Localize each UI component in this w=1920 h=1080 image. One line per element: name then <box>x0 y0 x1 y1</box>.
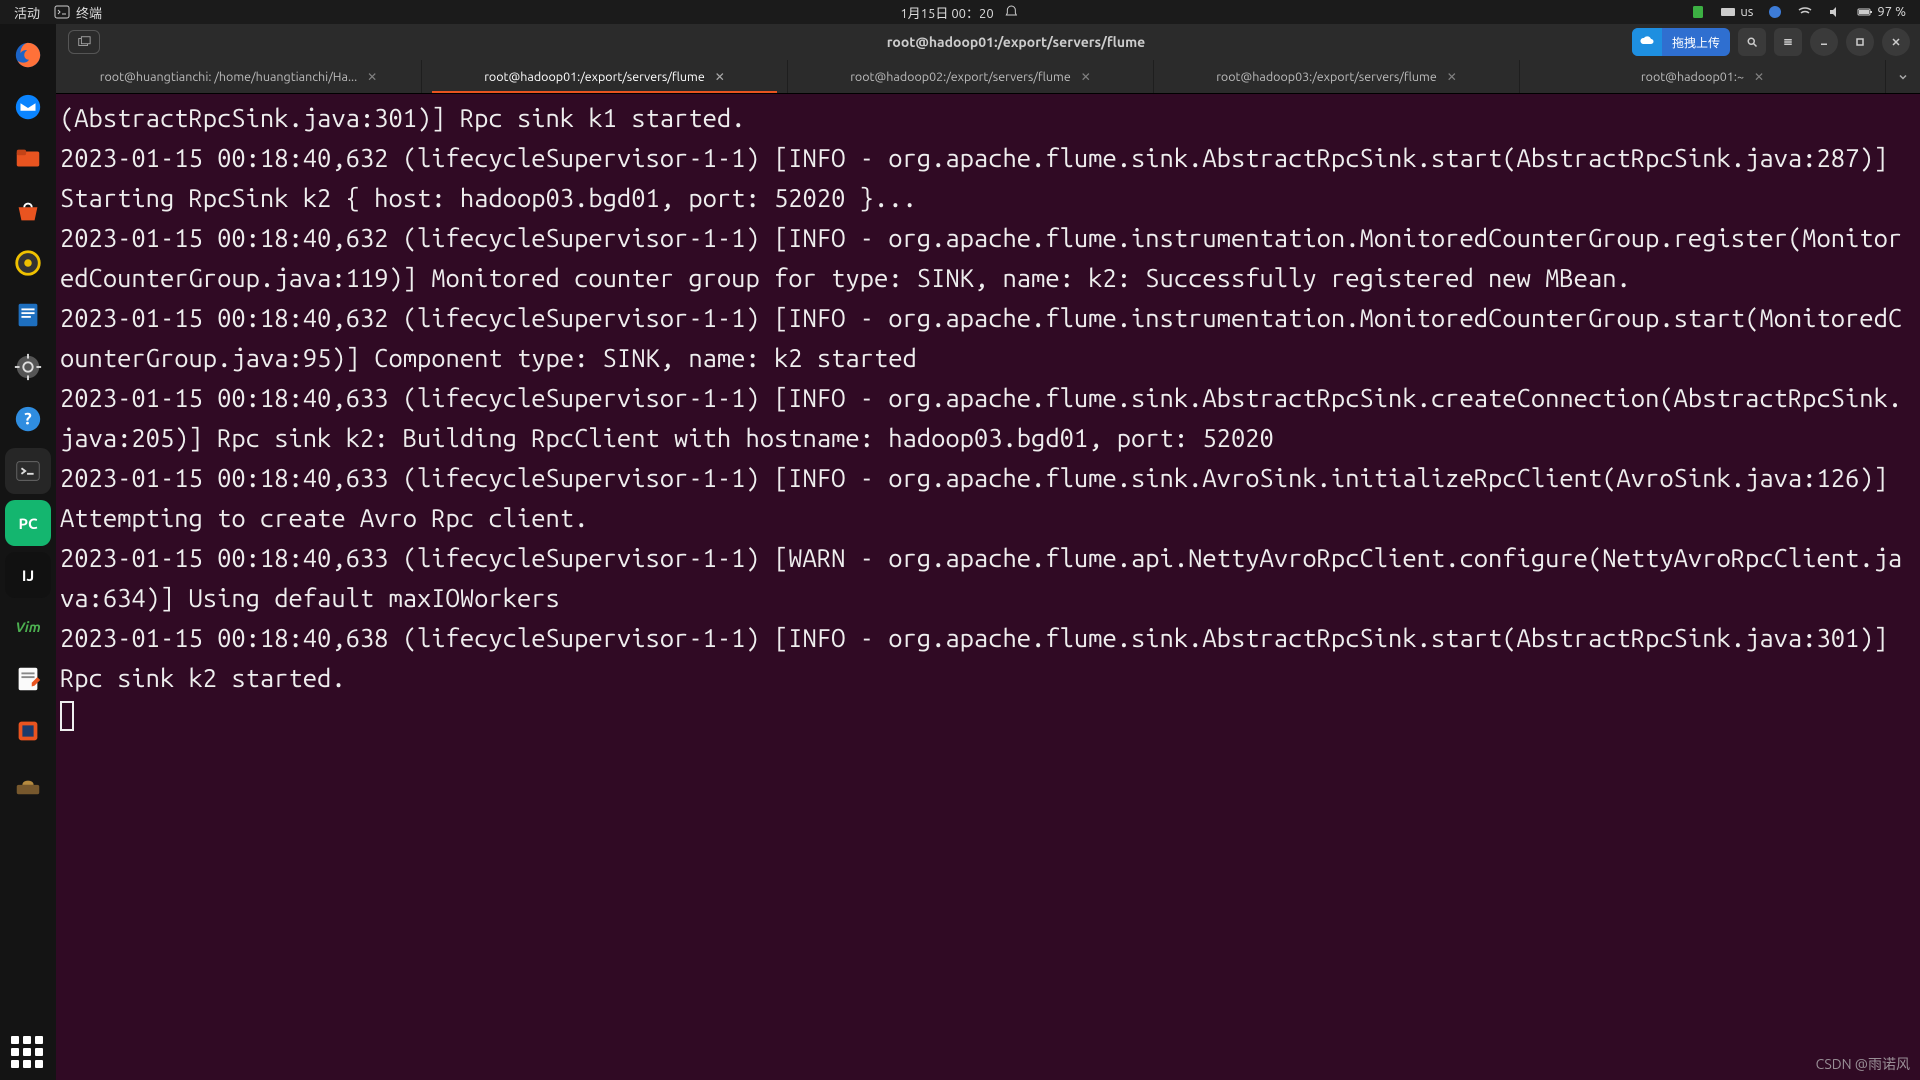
focused-app-label: 终端 <box>76 3 102 22</box>
dock-app-help[interactable]: ? <box>5 396 51 442</box>
watermark: CSDN @雨诺风 <box>1816 1054 1910 1074</box>
tab-close-0[interactable]: ✕ <box>367 70 377 84</box>
dock-app-software[interactable] <box>5 188 51 234</box>
tab-3[interactable]: root@hadoop03:/export/servers/flume✕ <box>1154 60 1520 93</box>
cloud-upload-icon <box>1632 28 1662 56</box>
tab-4[interactable]: root@hadoop01:~✕ <box>1520 60 1886 93</box>
input-method-indicator[interactable]: us <box>1720 4 1753 20</box>
hamburger-icon <box>1782 36 1794 48</box>
dock-app-terminal[interactable] <box>5 448 51 494</box>
window-titlebar: root@hadoop01:/export/servers/flume 拖拽上传 <box>56 24 1920 60</box>
maximize-button[interactable] <box>1846 28 1874 56</box>
new-tab-icon <box>77 35 91 49</box>
terminal-cursor <box>60 701 74 731</box>
focused-app-indicator[interactable]: 终端 <box>54 3 102 22</box>
tab-0[interactable]: root@huangtianchi: /home/huangtianchi/Ha… <box>56 60 422 93</box>
clock[interactable]: 1月15日 00：20 <box>900 3 993 22</box>
close-icon <box>1890 36 1902 48</box>
dock-app-intellij[interactable]: IJ <box>5 552 51 598</box>
search-icon <box>1746 36 1758 48</box>
battery-indicator[interactable]: 97 % <box>1857 4 1906 20</box>
search-button[interactable] <box>1738 28 1766 56</box>
new-tab-button[interactable] <box>68 30 100 54</box>
dock-app-pycharm[interactable]: PC <box>5 500 51 546</box>
dock: ? PC IJ Vim <box>0 24 56 1080</box>
system-top-bar: 活动 终端 1月15日 00：20 us 97 % <box>0 0 1920 24</box>
dock-app-vim[interactable]: Vim <box>5 604 51 650</box>
tab-close-4[interactable]: ✕ <box>1754 70 1764 84</box>
terminal-output[interactable]: (AbstractRpcSink.java:301)] Rpc sink k1 … <box>56 94 1920 1080</box>
upload-pill[interactable]: 拖拽上传 <box>1632 28 1730 56</box>
tab-close-2[interactable]: ✕ <box>1081 70 1091 84</box>
dock-app-firefox[interactable] <box>5 32 51 78</box>
cloud-icon[interactable] <box>1767 4 1783 20</box>
activities-button[interactable]: 活动 <box>14 3 40 22</box>
hamburger-menu-button[interactable] <box>1774 28 1802 56</box>
terminal-window: root@hadoop01:/export/servers/flume 拖拽上传… <box>56 24 1920 1080</box>
svg-text:?: ? <box>24 410 31 429</box>
maximize-icon <box>1854 36 1866 48</box>
terminal-text: (AbstractRpcSink.java:301)] Rpc sink k1 … <box>60 103 1902 692</box>
minimize-icon <box>1818 36 1830 48</box>
volume-icon[interactable] <box>1827 4 1843 20</box>
dock-app-files[interactable] <box>5 136 51 182</box>
clipboard-icon[interactable] <box>1690 4 1706 20</box>
terminal-icon <box>54 4 70 20</box>
bell-icon[interactable] <box>1004 4 1020 20</box>
dock-app-gedit[interactable] <box>5 656 51 702</box>
close-button[interactable] <box>1882 28 1910 56</box>
wifi-icon[interactable] <box>1797 4 1813 20</box>
dock-app-settings[interactable] <box>5 344 51 390</box>
dock-app-thunderbird[interactable] <box>5 84 51 130</box>
minimize-button[interactable] <box>1810 28 1838 56</box>
tab-overflow-button[interactable] <box>1886 60 1920 93</box>
dock-app-rhythmbox[interactable] <box>5 240 51 286</box>
upload-label: 拖拽上传 <box>1662 34 1730 51</box>
keyboard-icon <box>1720 4 1736 20</box>
show-applications-button[interactable] <box>0 1036 56 1070</box>
tab-close-3[interactable]: ✕ <box>1447 70 1457 84</box>
tab-close-1[interactable]: ✕ <box>715 70 725 84</box>
battery-icon <box>1857 4 1873 20</box>
tab-1[interactable]: root@hadoop01:/export/servers/flume✕ <box>422 60 788 93</box>
dock-app-writer[interactable] <box>5 292 51 338</box>
chevron-down-icon <box>1897 71 1909 83</box>
tab-bar: root@huangtianchi: /home/huangtianchi/Ha… <box>56 60 1920 94</box>
dock-app-virtualbox[interactable] <box>5 708 51 754</box>
dock-app-screenshot[interactable] <box>5 760 51 806</box>
tab-2[interactable]: root@hadoop02:/export/servers/flume✕ <box>788 60 1154 93</box>
